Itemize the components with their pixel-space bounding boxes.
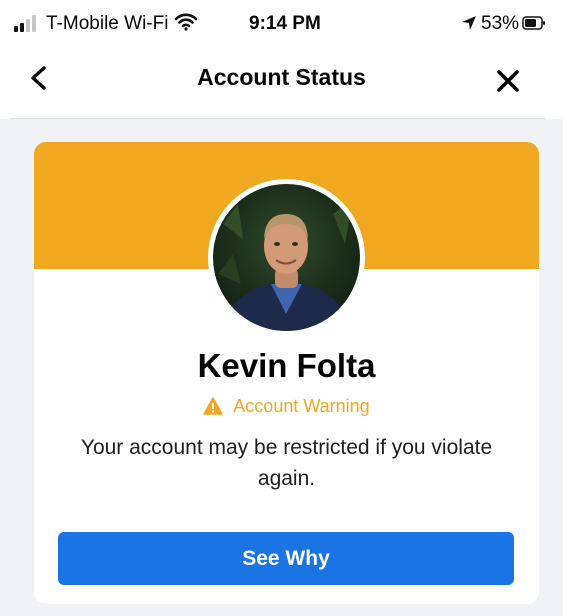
- page-title: Account Status: [197, 64, 366, 90]
- warning-triangle-icon: [203, 397, 224, 415]
- profile-photo: [213, 184, 360, 331]
- close-icon[interactable]: [494, 67, 522, 95]
- account-warning-label: Account Warning: [233, 396, 370, 416]
- header-divider: [10, 118, 545, 119]
- account-status-card: Kevin Folta Account Warning Your account…: [34, 142, 539, 604]
- account-warning-row: Account Warning: [34, 396, 539, 417]
- see-why-button[interactable]: See Why: [58, 532, 514, 585]
- status-bar: T-Mobile Wi-Fi 9:14 PM 53%: [0, 0, 563, 48]
- wifi-icon: [174, 13, 198, 31]
- warning-message: Your account may be restricted if you vi…: [80, 436, 493, 490]
- profile-name: Kevin Folta: [197, 347, 376, 384]
- signal-icon: [14, 14, 40, 32]
- battery-icon: [522, 16, 545, 30]
- clock: 9:14 PM: [249, 13, 321, 34]
- battery-percent: 53%: [481, 13, 520, 34]
- avatar: [208, 179, 365, 336]
- location-arrow-icon: [462, 16, 476, 30]
- carrier-label: T-Mobile Wi-Fi: [46, 13, 169, 34]
